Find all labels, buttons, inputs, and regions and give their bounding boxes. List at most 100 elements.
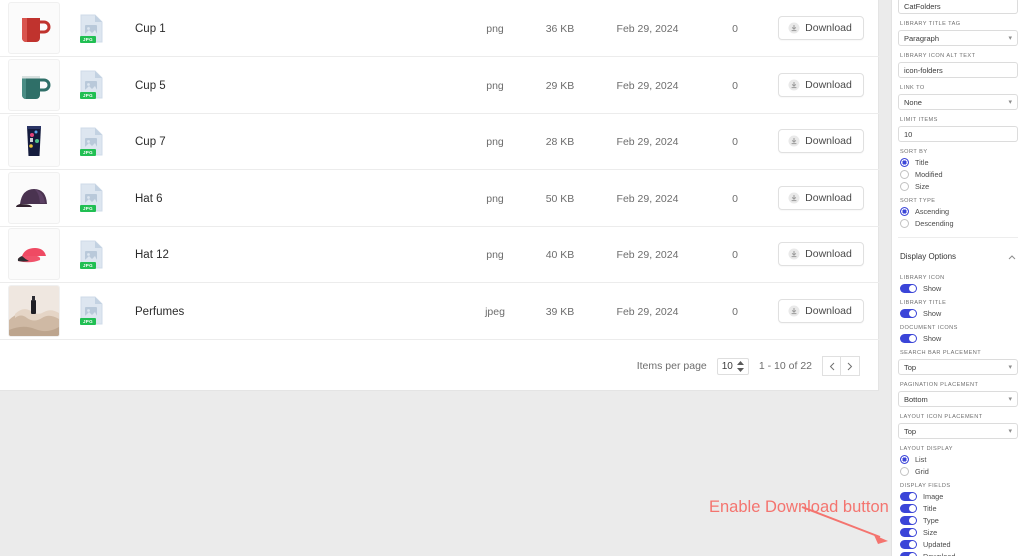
field-input[interactable]: icon-folders xyxy=(898,62,1018,78)
library-title-input[interactable]: CatFolders xyxy=(898,0,1018,14)
radio-label: Ascending xyxy=(915,207,950,216)
toggle-switch[interactable] xyxy=(900,504,917,513)
file-download-count: 0 xyxy=(732,136,738,149)
document-icon: JPG xyxy=(80,183,103,213)
table-row[interactable]: JPG Cup 7 png 28 KB Feb 29, 2024 0 Download xyxy=(0,113,880,170)
table-row[interactable]: JPG Perfumes jpeg 39 KB Feb 29, 2024 0 Downloa… xyxy=(0,283,880,339)
display-field-toggle-size[interactable]: Size xyxy=(900,528,1018,537)
display-field-toggle-download[interactable]: Download xyxy=(900,552,1018,556)
file-type: png xyxy=(486,79,504,92)
file-download-count: 0 xyxy=(732,192,738,205)
download-button[interactable]: Download xyxy=(778,16,864,40)
display-field-toggle-image[interactable]: Image xyxy=(900,492,1018,501)
document-icon: JPG xyxy=(80,70,103,100)
toggle-switch[interactable] xyxy=(900,552,917,556)
radio-icon[interactable] xyxy=(900,207,909,216)
file-size: 40 KB xyxy=(545,249,575,262)
download-button-label: Download xyxy=(805,191,852,204)
layout-display-option-grid[interactable]: Grid xyxy=(900,467,1018,476)
field-select[interactable]: Paragraph ▾ xyxy=(898,30,1018,46)
sort-by-label: SORT BY xyxy=(900,149,928,155)
display-options-header[interactable]: Display Options xyxy=(898,237,1018,268)
toggle-switch[interactable] xyxy=(900,540,917,549)
toggle-switch[interactable] xyxy=(900,528,917,537)
sort-type-option-descending[interactable]: Descending xyxy=(900,219,1018,228)
download-button-label: Download xyxy=(805,304,852,317)
prev-page-button[interactable] xyxy=(822,356,841,376)
toggle-group-label: DOCUMENT ICONS xyxy=(900,325,958,331)
file-updated: Feb 29, 2024 xyxy=(616,305,679,318)
placement-select[interactable]: Bottom ▾ xyxy=(898,391,1018,407)
radio-icon[interactable] xyxy=(900,219,909,228)
file-type: png xyxy=(486,249,504,262)
items-per-page-stepper[interactable]: 10 xyxy=(716,357,749,375)
radio-icon[interactable] xyxy=(900,158,909,167)
download-button[interactable]: Download xyxy=(778,242,864,267)
field-label: LINK TO xyxy=(900,85,925,91)
toggle-switch[interactable] xyxy=(900,284,917,293)
download-button[interactable]: Download xyxy=(778,298,864,323)
download-button[interactable]: Download xyxy=(778,129,864,154)
app-root: JPG Cup 1 png 36 KB Feb 29, 2024 0 Download JPG… xyxy=(0,0,1024,556)
settings-sidebar: CatFolders LIBRARY TITLE TAG Paragraph ▾ LI… xyxy=(891,0,1024,556)
table-row[interactable]: JPG Hat 6 png 50 KB Feb 29, 2024 0 Download xyxy=(0,170,880,226)
radio-label: Grid xyxy=(915,467,929,476)
radio-icon[interactable] xyxy=(900,170,909,179)
chevron-down-icon[interactable]: ▾ xyxy=(1008,98,1012,106)
chevron-down-icon[interactable]: ▾ xyxy=(1008,427,1012,435)
row-thumbnail-cell xyxy=(0,113,80,170)
download-button-label: Download xyxy=(805,78,852,91)
toggle-row[interactable]: Show xyxy=(900,334,1018,343)
layout-display-option-list[interactable]: List xyxy=(900,455,1018,464)
placement-select[interactable]: Top ▾ xyxy=(898,359,1018,375)
field-label: LIBRARY ICON ALT TEXT xyxy=(900,53,976,59)
field-label: LIMIT ITEMS xyxy=(900,117,938,123)
toggle-switch[interactable] xyxy=(900,492,917,501)
document-icon: JPG xyxy=(80,240,103,269)
chevron-left-icon xyxy=(829,362,834,370)
toggle-switch[interactable] xyxy=(900,516,917,525)
thumbnail-image xyxy=(8,228,60,281)
field-input[interactable]: 10 xyxy=(898,126,1018,142)
file-download-count: 0 xyxy=(732,305,738,318)
field-value: 10 xyxy=(904,129,913,139)
download-button[interactable]: Download xyxy=(778,185,864,210)
row-doc-icon-cell: JPG xyxy=(80,57,135,114)
placement-value: Bottom xyxy=(904,394,928,404)
display-field-toggle-title[interactable]: Title xyxy=(900,504,1018,513)
sort-by-option-modified[interactable]: Modified xyxy=(900,170,1018,179)
chevron-down-icon[interactable]: ▾ xyxy=(1008,363,1012,371)
document-icon: JPG xyxy=(80,296,103,326)
radio-label: Modified xyxy=(915,170,943,179)
toggle-switch[interactable] xyxy=(900,309,917,318)
chevron-right-icon xyxy=(847,362,853,370)
sort-type-option-ascending[interactable]: Ascending xyxy=(900,207,1018,216)
file-title: Hat 12 xyxy=(135,249,169,262)
next-page-button[interactable] xyxy=(841,356,860,376)
thumbnail-image xyxy=(8,171,60,224)
toggle-row[interactable]: Show xyxy=(900,309,1018,318)
field-select[interactable]: None ▾ xyxy=(898,94,1018,110)
placement-select[interactable]: Top ▾ xyxy=(898,423,1018,439)
toggle-label: Updated xyxy=(923,540,951,549)
toggle-label: Show xyxy=(923,284,942,293)
display-field-toggle-updated[interactable]: Updated xyxy=(900,540,1018,549)
display-field-toggle-type[interactable]: Type xyxy=(900,516,1018,525)
stepper-arrows-icon[interactable] xyxy=(736,360,744,372)
download-icon xyxy=(788,79,800,91)
radio-icon[interactable] xyxy=(900,182,909,191)
chevron-down-icon[interactable]: ▾ xyxy=(1008,34,1012,42)
sort-by-option-size[interactable]: Size xyxy=(900,182,1018,191)
chevron-down-icon[interactable]: ▾ xyxy=(1008,395,1012,403)
table-row[interactable]: JPG Hat 12 png 40 KB Feb 29, 2024 0 Download xyxy=(0,226,880,283)
doc-type-badge: JPG xyxy=(80,35,96,43)
toggle-row[interactable]: Show xyxy=(900,284,1018,293)
table-row[interactable]: JPG Cup 5 png 29 KB Feb 29, 2024 0 Download xyxy=(0,57,880,114)
toggle-switch[interactable] xyxy=(900,334,917,343)
table-row[interactable]: JPG Cup 1 png 36 KB Feb 29, 2024 0 Download xyxy=(0,0,880,57)
radio-icon[interactable] xyxy=(900,467,909,476)
download-button[interactable]: Download xyxy=(778,72,864,97)
radio-icon[interactable] xyxy=(900,455,909,464)
sort-by-option-title[interactable]: Title xyxy=(900,158,1018,167)
chevron-up-icon[interactable] xyxy=(1008,247,1016,265)
